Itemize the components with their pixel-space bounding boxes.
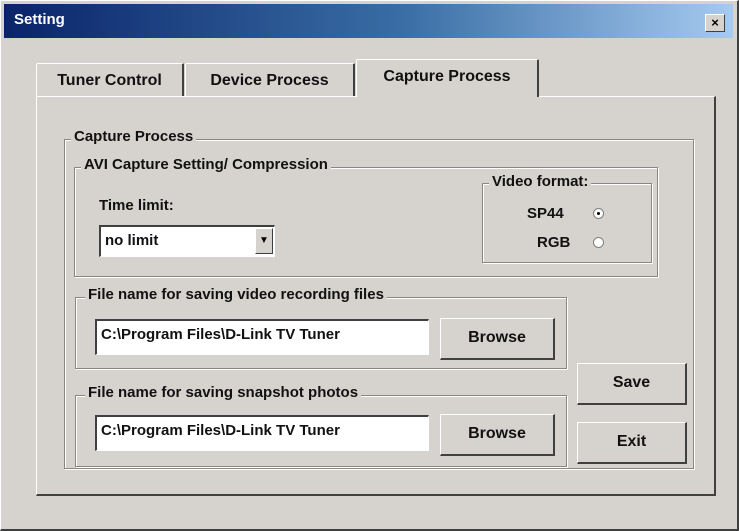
snapshot-files-group-label: File name for saving snapshot photos: [85, 384, 362, 401]
tab-device-process[interactable]: Device Process: [185, 63, 355, 97]
tab-tuner-control[interactable]: Tuner Control: [36, 63, 184, 97]
close-icon: ×: [711, 15, 719, 30]
tab-label: Device Process: [210, 72, 329, 89]
tab-label: Tuner Control: [57, 72, 162, 89]
save-button[interactable]: Save: [577, 363, 687, 405]
video-browse-button[interactable]: Browse: [440, 318, 555, 360]
dropdown-arrow-button[interactable]: ▼: [255, 228, 273, 254]
snapshot-browse-label: Browse: [468, 425, 526, 442]
chevron-down-icon: ▼: [259, 235, 269, 246]
time-limit-select[interactable]: no limit ▼: [99, 225, 275, 257]
video-format-group-label: Video format:: [489, 173, 592, 190]
capture-process-group-label: Capture Process: [71, 128, 197, 145]
snapshot-browse-button[interactable]: Browse: [440, 414, 555, 456]
time-limit-label: Time limit:: [99, 197, 174, 214]
tab-capture-process[interactable]: Capture Process: [356, 59, 539, 97]
time-limit-value: no limit: [105, 232, 159, 249]
snapshot-path-input[interactable]: C:\Program Files\D-Link TV Tuner: [95, 415, 429, 451]
tab-label: Capture Process: [383, 68, 511, 85]
save-label: Save: [612, 374, 651, 391]
video-format-group: [482, 183, 652, 263]
video-format-option-rgb: RGB: [537, 234, 571, 251]
video-files-group-label: File name for saving video recording fil…: [85, 286, 387, 303]
video-format-option-sp44: SP44: [527, 205, 564, 222]
exit-label: Exit: [616, 433, 647, 450]
rgb-radio[interactable]: [593, 237, 604, 248]
video-path-input[interactable]: C:\Program Files\D-Link TV Tuner: [95, 319, 429, 355]
capture-process-panel: Capture Process AVI Capture Setting/ Com…: [36, 96, 716, 496]
video-browse-label: Browse: [468, 329, 526, 346]
snapshot-path-value: C:\Program Files\D-Link TV Tuner: [101, 422, 340, 439]
sp44-radio[interactable]: [593, 208, 604, 219]
video-path-value: C:\Program Files\D-Link TV Tuner: [101, 326, 340, 343]
avi-capture-group-label: AVI Capture Setting/ Compression: [81, 156, 331, 173]
title-bar[interactable]: Setting ×: [4, 4, 733, 38]
window-title: Setting: [14, 11, 65, 28]
close-button[interactable]: ×: [705, 14, 725, 32]
setting-window: Setting × Tuner Control Device Process C…: [0, 0, 739, 531]
exit-button[interactable]: Exit: [577, 422, 687, 464]
